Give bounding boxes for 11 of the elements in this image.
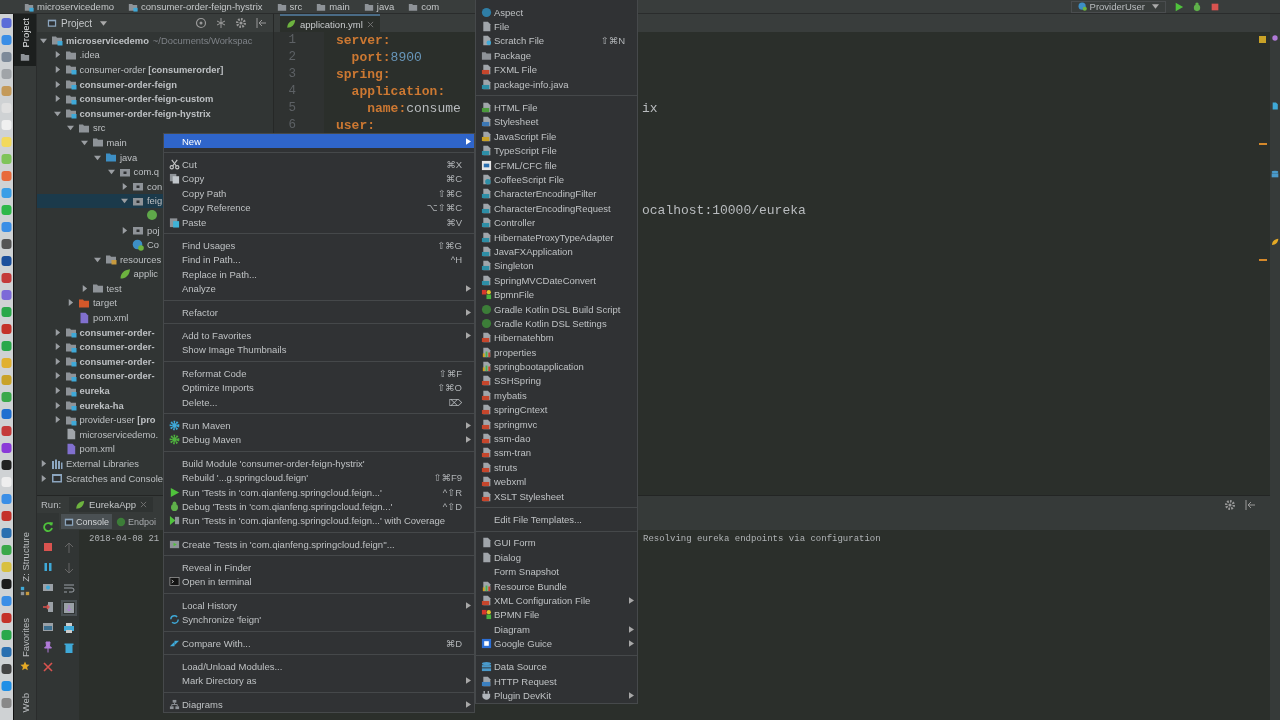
code-text: ocalhost:10000/eureka <box>642 202 806 219</box>
code-line: user: <box>336 117 375 134</box>
console-text: Resolving eureka endpoints via configuration <box>643 534 881 544</box>
panel-title: Run: <box>41 499 62 510</box>
code-line: spring: <box>336 66 391 83</box>
code-line: application: <box>350 83 446 100</box>
code-line: port:8900 <box>350 49 422 66</box>
console-text: 2018-04-08 21 <box>89 534 160 544</box>
code-text: ix <box>642 100 658 117</box>
code-line: server: <box>336 32 391 49</box>
code-line: name:consume <box>366 100 461 117</box>
